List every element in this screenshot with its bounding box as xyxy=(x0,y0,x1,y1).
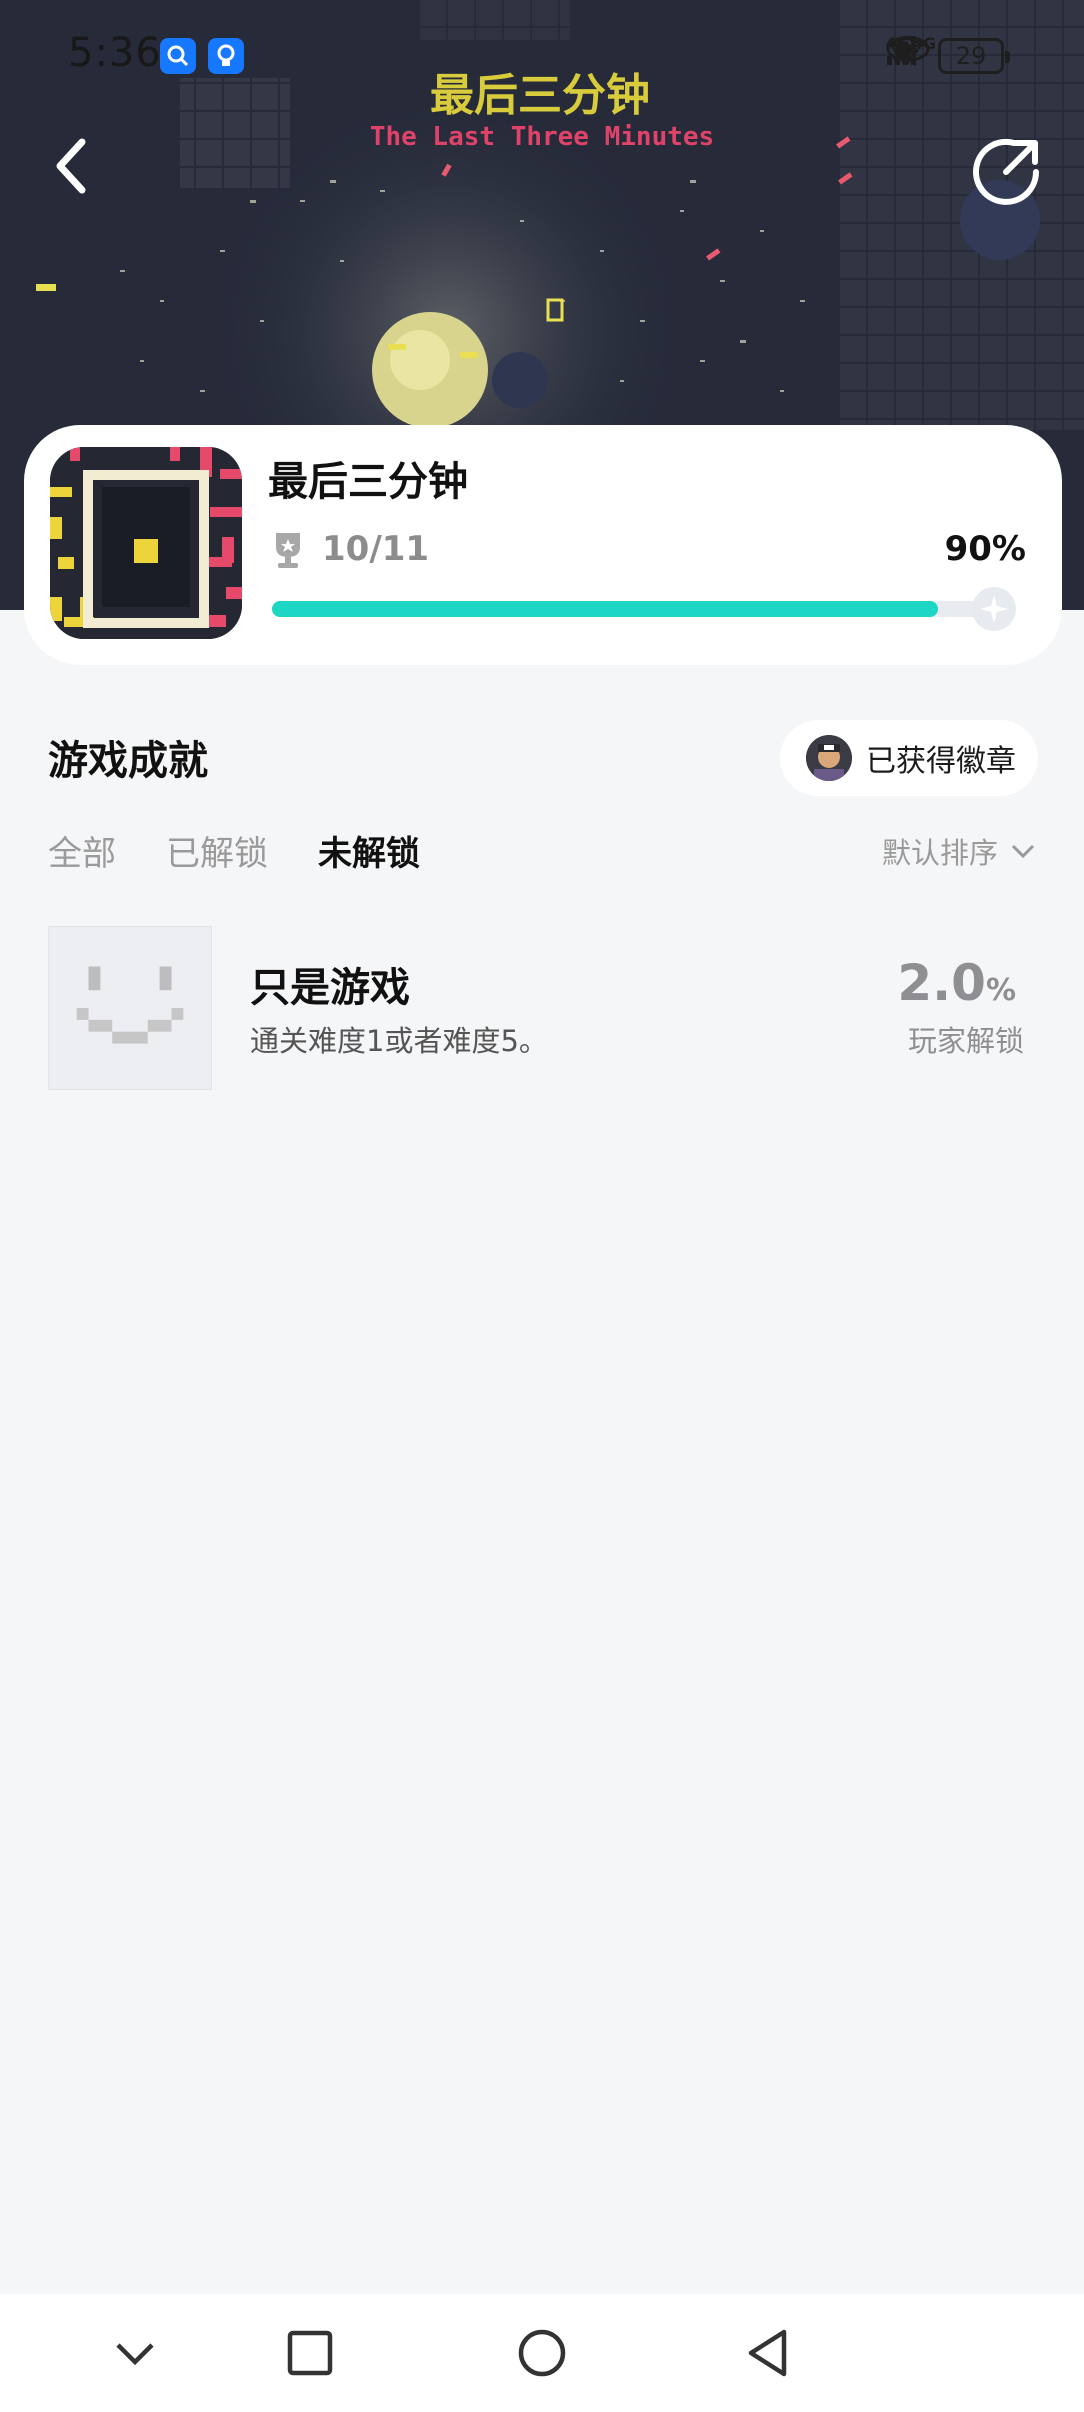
chevron-down-icon[interactable] xyxy=(100,2318,170,2388)
lightbulb-app-icon xyxy=(208,38,244,74)
triangle-back-icon[interactable] xyxy=(734,2318,804,2388)
chevron-down-icon xyxy=(1011,844,1035,859)
share-icon xyxy=(973,138,1039,205)
back-button[interactable] xyxy=(44,130,104,202)
system-navigation-bar xyxy=(0,2294,1084,2412)
battery-indicator: 29 xyxy=(938,38,1010,74)
status-indicators: 4G 4G 29 xyxy=(885,34,1010,78)
banner-subtitle: The Last Three Minutes xyxy=(370,122,714,152)
status-time: 5:36 xyxy=(68,30,162,76)
search-app-icon xyxy=(160,38,196,74)
game-logo-icon xyxy=(50,447,242,639)
progress-fill xyxy=(272,601,938,617)
sort-label: 默认排序 xyxy=(881,836,998,870)
earned-badges-label: 已获得徽章 xyxy=(866,744,1016,779)
progress-bar xyxy=(272,601,1012,617)
pixel-smile-icon xyxy=(48,926,212,1090)
tab-locked[interactable]: 未解锁 xyxy=(318,826,420,875)
badge-avatar xyxy=(806,735,852,781)
tab-unlocked[interactable]: 已解锁 xyxy=(166,826,268,875)
trophy-icon xyxy=(276,533,300,568)
sort-dropdown[interactable]: 默认排序 xyxy=(882,830,1036,872)
chevron-left-icon xyxy=(56,138,86,194)
unlock-rate-unit: % xyxy=(985,973,1016,1008)
share-button[interactable] xyxy=(970,134,1044,208)
achievement-filter-tabs: 全部 已解锁 未解锁 xyxy=(48,826,420,875)
star-spark-icon xyxy=(980,595,1008,623)
game-summary-card: 最后三分钟 10/11 90% xyxy=(24,425,1062,665)
signal-icon-2 xyxy=(887,36,917,65)
completion-percent: 90% xyxy=(944,529,1026,569)
circle-icon[interactable] xyxy=(507,2318,577,2388)
unlock-rate: 2.0% xyxy=(897,954,1016,1012)
achievement-description: 通关难度1或者难度5。 xyxy=(250,1024,548,1058)
game-title: 最后三分钟 xyxy=(268,459,468,505)
game-icon[interactable] xyxy=(50,447,242,639)
unlock-rate-value: 2.0 xyxy=(897,954,986,1012)
trophy-count: 10/11 xyxy=(322,529,430,569)
tab-all[interactable]: 全部 xyxy=(48,826,116,875)
status-bar: 5:36 4G 4G 29 xyxy=(0,0,1084,110)
unlock-rate-label: 玩家解锁 xyxy=(907,1024,1024,1058)
section-title: 游戏成就 xyxy=(48,738,208,784)
progress-goal-knob xyxy=(972,587,1016,631)
achievement-title: 只是游戏 xyxy=(250,965,410,1011)
square-icon[interactable] xyxy=(275,2318,345,2388)
earned-badges-button[interactable]: 已获得徽章 xyxy=(780,720,1038,796)
